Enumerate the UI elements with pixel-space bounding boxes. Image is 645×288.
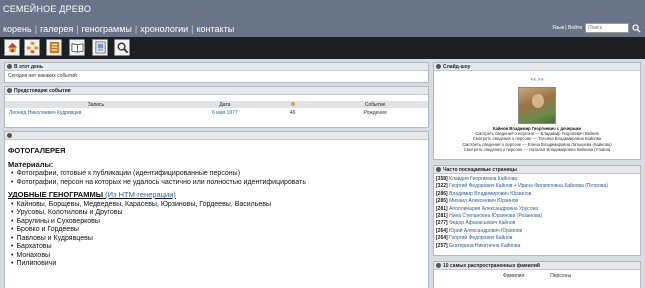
panel-toggle-icon[interactable] bbox=[436, 167, 441, 172]
list-item[interactable]: Урусовы, Колотиловы и Друговы bbox=[8, 209, 425, 218]
column-age[interactable] bbox=[263, 101, 323, 108]
gallery-title: ФОТОГАЛЕРЕЯ bbox=[8, 146, 66, 155]
list-item[interactable]: [285] Михаил Алексеевич Юрзинов bbox=[436, 198, 638, 205]
event-age: 46 bbox=[289, 109, 296, 116]
search-tool-button[interactable] bbox=[114, 39, 130, 56]
list-item[interactable]: Барулины и Суховерковы bbox=[8, 218, 425, 227]
list-item[interactable]: Кайновы, Борщевы, Медведевы, Карасевы, Ю… bbox=[8, 201, 425, 210]
gallery-panel: ФОТОГАЛЕРЕЯ Материалы: Фотографии, готов… bbox=[4, 131, 429, 288]
surnames-header-row: Фамилия Персоны bbox=[434, 273, 640, 279]
site-header: СЕМЕЙНОЕ ДРЕВО корень | галерея | генограммы… bbox=[0, 0, 645, 37]
column-date[interactable]: Дата bbox=[186, 101, 263, 108]
event-date-link[interactable]: 6 мая 1977 bbox=[187, 108, 263, 117]
visited-list: [358] Клавдия Георгиевна Кайнова [322] Г… bbox=[434, 174, 640, 252]
list-item[interactable]: [264] Георгий Федорович Кайнов bbox=[436, 235, 638, 242]
slideshow-panel: Слайд-шоу << >> Кайнов Владимир Георгиев… bbox=[433, 62, 641, 160]
event-type: Рождения bbox=[363, 109, 387, 116]
list-item[interactable]: Пилиповичи bbox=[8, 260, 425, 269]
panel-toggle-icon[interactable] bbox=[436, 64, 441, 69]
caption-line[interactable]: Смотреть сведения о персоне — Наталья Вл… bbox=[434, 147, 640, 152]
home-button[interactable] bbox=[4, 39, 20, 56]
today-panel-header: В этот день bbox=[5, 63, 428, 71]
today-panel: В этот день Сегодня нет никаких событий. bbox=[4, 62, 429, 83]
panel-toggle-icon[interactable] bbox=[436, 263, 441, 268]
column-record[interactable]: Запись bbox=[5, 101, 187, 108]
surnames-title: 10 самых распространенных фамилий bbox=[443, 263, 540, 269]
language-login-links[interactable]: Язык | Войти bbox=[552, 25, 582, 31]
panel-toggle-icon[interactable] bbox=[7, 88, 12, 93]
column-event[interactable]: Событие bbox=[322, 101, 428, 108]
visited-title: Часто посещаемые страницы bbox=[443, 167, 517, 173]
magnifier-icon bbox=[117, 42, 128, 54]
list-item[interactable]: Бархатовы bbox=[8, 243, 425, 252]
genograms-note[interactable]: (Из HTM-генерации) bbox=[105, 190, 176, 199]
slideshow-panel-header: Слайд-шоу bbox=[434, 63, 640, 71]
slideshow-nav[interactable]: << >> bbox=[434, 77, 640, 83]
photo-album-icon bbox=[94, 41, 106, 54]
today-title: В этот день bbox=[14, 64, 43, 70]
upcoming-title: Предстоящие события bbox=[14, 88, 71, 94]
upcoming-events-panel: Предстоящие события Запись Дата Событие … bbox=[4, 86, 429, 128]
visited-panel: Часто посещаемые страницы [358] Клавдия … bbox=[433, 165, 641, 256]
table-row: Леонид Николаевич Кудрявцев 6 мая 1977 4… bbox=[5, 108, 428, 117]
main-nav: корень | галерея | генограммы | хронологии | кон… bbox=[3, 24, 235, 34]
slideshow-photo[interactable] bbox=[518, 87, 556, 124]
list-item[interactable]: Фотографии, персон на которых не удалось… bbox=[8, 179, 425, 188]
search-input[interactable] bbox=[585, 23, 629, 33]
genograms-heading: УДОБНЫЕ ГЕНОГРАММЫ (Из HTM-генерации) bbox=[8, 190, 176, 199]
site-title[interactable]: СЕМЕЙНОЕ ДРЕВО bbox=[3, 4, 91, 14]
event-person-link[interactable]: Леонид Николаевич Кудрявцев bbox=[5, 108, 187, 117]
open-book-icon bbox=[71, 43, 83, 53]
panel-toggle-icon[interactable] bbox=[7, 64, 12, 69]
list-item[interactable]: [286] Владимир Владимирович Юрзинов bbox=[436, 191, 638, 198]
records-button[interactable] bbox=[46, 39, 62, 56]
search-icon[interactable] bbox=[632, 23, 641, 33]
upcoming-events-table: Запись Дата Событие Леонид Николаевич Ку… bbox=[5, 101, 428, 117]
upcoming-panel-header: Предстоящие события bbox=[5, 87, 428, 95]
icon-toolbar bbox=[0, 37, 645, 59]
genograms-list: Кайновы, Борщевы, Медведевы, Карасевы, Ю… bbox=[8, 201, 425, 269]
panel-toggle-icon[interactable] bbox=[7, 133, 12, 138]
materials-list: Фотографии, готовые к публикации (иденти… bbox=[8, 170, 425, 187]
surnames-panel: 10 самых распространенных фамилий Фамили… bbox=[433, 261, 641, 288]
materials-heading: Материалы: bbox=[8, 159, 54, 169]
nav-item-root[interactable]: корень bbox=[3, 24, 32, 34]
family-button[interactable] bbox=[24, 39, 40, 56]
list-item[interactable]: [257] Екатерина Никитична Кайнова bbox=[436, 243, 638, 250]
slideshow-caption: Кайнов Владимир Георгиевич с дочерьми См… bbox=[434, 126, 640, 152]
column-persons[interactable]: Персоны bbox=[550, 273, 571, 279]
home-icon bbox=[7, 42, 17, 53]
nav-item-genograms[interactable]: генограммы bbox=[82, 24, 132, 34]
stories-button[interactable] bbox=[69, 39, 85, 56]
list-item[interactable]: Монаховы bbox=[8, 252, 425, 261]
surnames-panel-header: 10 самых распространенных фамилий bbox=[434, 262, 640, 270]
gallery-content: ФОТОГАЛЕРЕЯ Материалы: Фотографии, готов… bbox=[5, 140, 428, 273]
nav-item-chronology[interactable]: хронологии bbox=[140, 24, 188, 34]
list-item[interactable]: Бровко и Гордеевы bbox=[8, 226, 425, 235]
slideshow-title: Слайд-шоу bbox=[443, 64, 471, 70]
today-text: Сегодня нет никаких событий. bbox=[8, 73, 79, 79]
book-icon bbox=[49, 41, 59, 54]
list-item[interactable]: [322] Георгий Федорович Кайнов + Ирина Ф… bbox=[436, 183, 638, 190]
age-icon bbox=[290, 101, 295, 106]
header-tools: Язык | Войти bbox=[552, 23, 641, 33]
album-button[interactable] bbox=[92, 39, 108, 56]
gallery-panel-header bbox=[5, 132, 428, 140]
nav-item-contacts[interactable]: контакты bbox=[197, 24, 235, 34]
list-item[interactable]: Фотографии, готовые к публикации (иденти… bbox=[8, 170, 425, 179]
column-surname[interactable]: Фамилия bbox=[503, 273, 524, 279]
visited-panel-header: Часто посещаемые страницы bbox=[434, 166, 640, 174]
list-item[interactable]: Павловы и Кудрявцевы bbox=[8, 235, 425, 244]
list-item[interactable]: [277] Федор Афанасьевич Кайнов bbox=[436, 220, 638, 227]
nav-item-gallery[interactable]: галерея bbox=[40, 24, 73, 34]
family-icon bbox=[26, 41, 38, 54]
list-item[interactable]: [281] Аполлинария Александровна Урусова bbox=[436, 206, 638, 213]
